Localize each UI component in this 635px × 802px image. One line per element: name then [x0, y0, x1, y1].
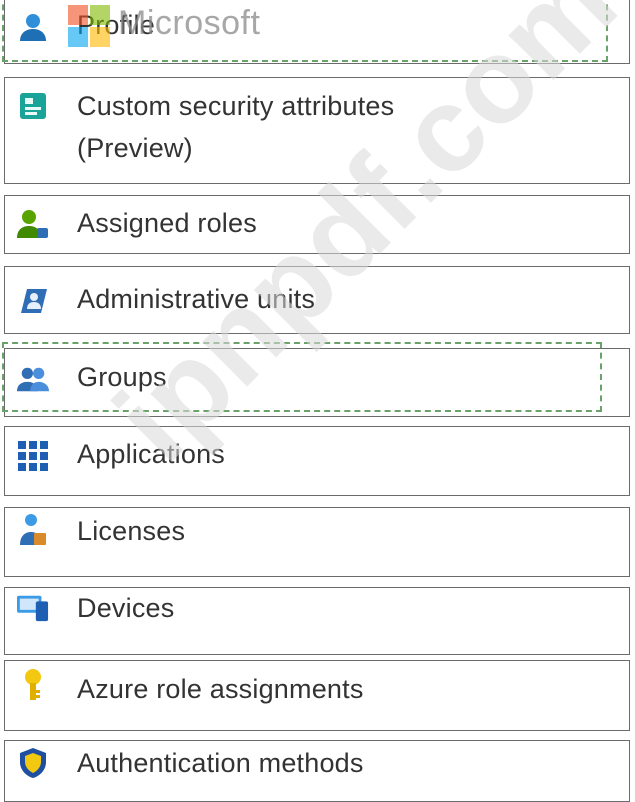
menu-item-devices[interactable]: Devices	[4, 587, 630, 655]
menu-item-custom-security-attributes[interactable]: Custom security attributes (Preview)	[4, 77, 630, 184]
menu-item-groups[interactable]: Groups	[4, 348, 630, 417]
menu-item-azure-role-assignments[interactable]: Azure role assignments	[4, 660, 630, 731]
menu-item-label-line2: (Preview)	[77, 133, 193, 163]
menu-item-administrative-units[interactable]: Administrative units	[4, 266, 630, 334]
administrative-units-icon	[17, 284, 49, 316]
menu-item-label: Applications	[77, 439, 225, 469]
menu-item-label: Licenses	[77, 516, 186, 546]
microsoft-logo	[68, 5, 110, 47]
devices-icon	[17, 592, 49, 624]
menu-item-authentication-methods[interactable]: Authentication methods	[4, 740, 630, 802]
menu-item-label: Authentication methods	[77, 748, 364, 778]
security-attributes-icon	[17, 90, 49, 122]
menu-item-licenses[interactable]: Licenses	[4, 507, 630, 577]
licenses-icon	[17, 514, 49, 546]
applications-icon	[17, 440, 49, 472]
menu-item-label: Assigned roles	[77, 208, 257, 238]
menu-item-label: Custom security attributes	[77, 91, 395, 121]
profile-icon	[17, 11, 49, 43]
menu-item-label: Devices	[77, 593, 175, 623]
authentication-methods-icon	[17, 747, 49, 779]
menu-item-label: Groups	[77, 362, 167, 392]
brand-text: Microsoft	[118, 4, 261, 42]
menu-item-applications[interactable]: Applications	[4, 426, 630, 496]
assigned-roles-icon	[17, 208, 49, 240]
azure-role-icon	[17, 669, 49, 701]
menu-item-label: Administrative units	[77, 284, 316, 314]
groups-icon	[17, 363, 49, 395]
menu-item-assigned-roles[interactable]: Assigned roles	[4, 195, 630, 254]
menu-item-label: Azure role assignments	[77, 674, 364, 704]
